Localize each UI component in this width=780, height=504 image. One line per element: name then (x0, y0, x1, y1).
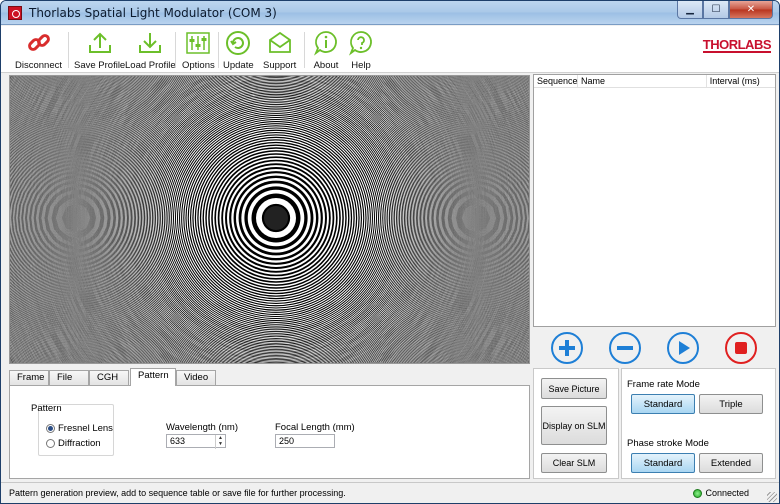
tab-strip: Frame File CGH Pattern Video (9, 368, 530, 386)
pattern-preview (9, 75, 530, 364)
phase-stroke-extended-button[interactable]: Extended (699, 453, 763, 473)
about-button[interactable]: About (312, 29, 340, 71)
envelope-icon (266, 29, 294, 57)
info-icon (312, 29, 340, 57)
radio-selected-icon (46, 424, 55, 433)
status-message: Pattern generation preview, add to seque… (9, 488, 346, 498)
connection-label: Connected (705, 488, 749, 498)
wavelength-spinner[interactable]: ▲ ▼ (215, 435, 225, 449)
column-header-interval[interactable]: Interval (ms) (707, 75, 775, 87)
help-button[interactable]: Help (347, 29, 375, 71)
tab-file[interactable]: File (49, 370, 89, 385)
disconnect-label: Disconnect (15, 60, 62, 71)
toolbar-separator (218, 32, 219, 68)
toolbar-separator (68, 32, 69, 68)
wavelength-value: 633 (170, 436, 186, 446)
radio-diffraction[interactable]: Diffraction (46, 438, 101, 449)
thorlabs-logo: THORLABS (702, 37, 772, 53)
frame-rate-mode-label: Frame rate Mode (627, 379, 700, 390)
maximize-button[interactable]: ☐ (703, 1, 729, 19)
save-profile-label: Save Profile (74, 60, 126, 71)
update-label: Update (223, 60, 254, 71)
stop-button[interactable] (725, 332, 757, 364)
radio-fresnel-lens[interactable]: Fresnel Lens (46, 423, 113, 434)
about-label: About (313, 60, 339, 71)
wavelength-input[interactable]: 633 ▲ ▼ (166, 434, 226, 449)
window-controls: ▁ ☐ ✕ (677, 1, 773, 19)
support-button[interactable]: Support (263, 29, 296, 71)
title-bar: Thorlabs Spatial Light Modulator (COM 3)… (1, 1, 779, 25)
wavelength-label: Wavelength (nm) (166, 422, 238, 433)
plus-icon (559, 340, 575, 356)
window-title: Thorlabs Spatial Light Modulator (COM 3) (29, 6, 277, 20)
options-button[interactable]: Options (182, 29, 215, 71)
column-header-name[interactable]: Name (578, 75, 707, 87)
maximize-icon: ☐ (711, 4, 721, 15)
close-button[interactable]: ✕ (729, 1, 773, 19)
disconnect-button[interactable]: Disconnect (15, 29, 62, 71)
minimize-button[interactable]: ▁ (677, 1, 703, 19)
resize-grip-icon[interactable] (767, 492, 777, 502)
minimize-icon: ▁ (686, 4, 694, 15)
app-icon (8, 6, 22, 20)
add-button[interactable] (551, 332, 583, 364)
clear-slm-button[interactable]: Clear SLM (541, 453, 607, 473)
sequence-table[interactable]: Sequence Name Interval (ms) (533, 74, 776, 327)
toolbar: Disconnect Save Profile Load Profile Opt… (1, 26, 779, 73)
status-bar: Pattern generation preview, add to seque… (1, 482, 779, 503)
save-picture-button[interactable]: Save Picture (541, 378, 607, 399)
connection-status: Connected (693, 488, 749, 498)
play-button[interactable] (667, 332, 699, 364)
close-icon: ✕ (746, 4, 756, 15)
update-button[interactable]: Update (223, 29, 254, 71)
tab-pattern[interactable]: Pattern (130, 368, 176, 386)
tab-cgh[interactable]: CGH (89, 370, 129, 385)
load-profile-button[interactable]: Load Profile (125, 29, 176, 71)
upload-tray-icon (86, 29, 114, 57)
toolbar-separator (304, 32, 305, 68)
radio-unselected-icon (46, 439, 55, 448)
tab-frame[interactable]: Frame (9, 370, 49, 385)
display-on-slm-button[interactable]: Display on SLM (541, 406, 607, 445)
save-profile-button[interactable]: Save Profile (74, 29, 125, 71)
play-icon (679, 341, 690, 355)
options-label: Options (182, 60, 215, 71)
support-label: Support (263, 60, 297, 71)
question-icon (347, 29, 375, 57)
remove-button[interactable] (609, 332, 641, 364)
sliders-icon (184, 29, 212, 57)
app-window: Thorlabs Spatial Light Modulator (COM 3)… (0, 0, 780, 504)
connected-led-icon (693, 488, 703, 498)
chain-link-icon (25, 29, 53, 57)
refresh-icon (224, 29, 252, 57)
frame-rate-standard-button[interactable]: Standard (631, 394, 695, 414)
pattern-group-label: Pattern (31, 403, 62, 414)
radio-diffraction-label: Diffraction (58, 438, 101, 449)
column-header-sequence[interactable]: Sequence (534, 75, 578, 87)
tab-video[interactable]: Video (176, 370, 216, 385)
stop-icon (735, 342, 747, 354)
load-profile-label: Load Profile (125, 60, 176, 71)
phase-stroke-mode-label: Phase stroke Mode (627, 438, 709, 449)
minus-icon (617, 346, 633, 350)
focal-length-value: 250 (279, 436, 295, 446)
download-tray-icon (136, 29, 164, 57)
focal-length-label: Focal Length (mm) (275, 422, 355, 433)
sequence-controls (533, 330, 776, 366)
zone-center (264, 206, 288, 230)
radio-fresnel-label: Fresnel Lens (58, 423, 113, 434)
toolbar-separator (175, 32, 176, 68)
sequence-table-header: Sequence Name Interval (ms) (534, 75, 775, 88)
fresnel-lens-pattern (10, 76, 529, 363)
help-label: Help (351, 60, 371, 71)
spin-down-icon[interactable]: ▼ (216, 441, 225, 447)
frame-rate-triple-button[interactable]: Triple (699, 394, 763, 414)
focal-length-input[interactable]: 250 (275, 434, 335, 448)
phase-stroke-standard-button[interactable]: Standard (631, 453, 695, 473)
